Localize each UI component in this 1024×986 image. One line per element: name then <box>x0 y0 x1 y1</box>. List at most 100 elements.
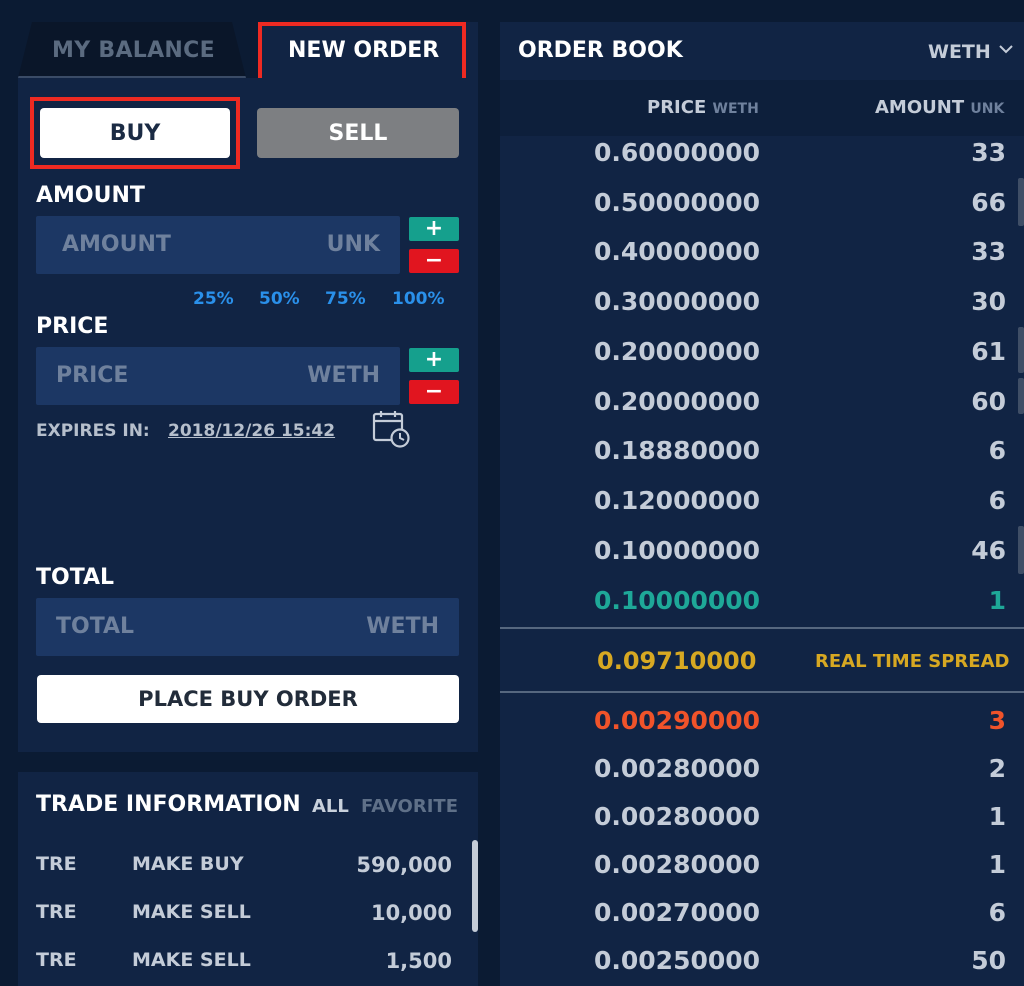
ask-price: 0.12000000 <box>594 486 761 515</box>
ask-amount: 66 <box>971 188 1006 217</box>
spread-divider-top <box>500 627 1024 629</box>
amount-input[interactable]: AMOUNT UNK <box>36 216 400 274</box>
buy-button[interactable]: BUY <box>40 108 230 158</box>
order-book-scroll-marker <box>1018 378 1024 414</box>
trade-type: MAKE BUY <box>132 853 244 875</box>
order-book-token-select[interactable]: WETH <box>928 41 991 63</box>
percent-100-button[interactable]: 100% <box>392 289 445 309</box>
bid-row[interactable]: 0.00280000 1 <box>500 850 1024 890</box>
amount-decrease-button[interactable]: − <box>409 249 459 273</box>
trade-scrollbar[interactable] <box>472 840 478 932</box>
ask-price: 0.40000000 <box>594 237 761 266</box>
order-book-title: ORDER BOOK <box>518 38 683 63</box>
bid-amount: 1 <box>988 850 1006 879</box>
place-buy-order-button[interactable]: PLACE BUY ORDER <box>37 675 459 723</box>
spread-price: 0.09710000 <box>597 647 757 675</box>
calendar-clock-icon[interactable] <box>372 410 412 448</box>
bid-amount: 1 <box>988 802 1006 831</box>
ask-amount: 1 <box>988 586 1006 615</box>
price-input[interactable]: PRICE WETH <box>36 347 400 405</box>
ask-row[interactable]: 0.20000000 60 <box>500 387 1024 427</box>
ask-row[interactable]: 0.30000000 30 <box>500 287 1024 327</box>
ask-price: 0.20000000 <box>594 337 761 366</box>
ask-price: 0.18880000 <box>594 436 761 465</box>
trade-amount: 590,000 <box>356 853 452 877</box>
filter-all-tab[interactable]: ALL <box>312 796 349 817</box>
ask-row[interactable]: 0.60000000 33 <box>500 138 1024 178</box>
ask-price: 0.50000000 <box>594 188 761 217</box>
chevron-down-icon[interactable] <box>997 40 1015 58</box>
ask-amount: 6 <box>988 486 1006 515</box>
price-header-unit: WETH <box>712 101 759 117</box>
amount-column-header: AMOUNT UNK <box>875 97 1004 118</box>
amount-label: AMOUNT <box>36 183 145 208</box>
sell-button[interactable]: SELL <box>257 108 459 158</box>
total-input[interactable]: TOTAL WETH <box>36 598 459 656</box>
ask-price: 0.10000000 <box>594 586 761 615</box>
price-decrease-button[interactable]: − <box>409 380 459 404</box>
ask-price: 0.20000000 <box>594 387 761 416</box>
trade-amount: 10,000 <box>370 901 452 925</box>
bid-price: 0.00250000 <box>594 946 761 975</box>
price-increase-button[interactable]: + <box>409 348 459 372</box>
amount-increase-button[interactable]: + <box>409 217 459 241</box>
best-bid-row[interactable]: 0.00290000 3 <box>500 706 1024 746</box>
bid-price: 0.00270000 <box>594 898 761 927</box>
order-tabs: MY BALANCE NEW ORDER <box>18 22 478 80</box>
bid-price: 0.00280000 <box>594 754 761 783</box>
percent-75-button[interactable]: 75% <box>325 289 366 309</box>
bid-row[interactable]: 0.00270000 6 <box>500 898 1024 938</box>
order-book-scroll-marker <box>1018 178 1024 226</box>
bid-price: 0.00290000 <box>594 706 761 735</box>
amount-header-text: AMOUNT <box>875 97 965 118</box>
trade-type: MAKE SELL <box>132 901 251 923</box>
total-unit: WETH <box>366 614 439 639</box>
tab-my-balance[interactable]: MY BALANCE <box>18 22 246 78</box>
bid-amount: 3 <box>988 706 1006 735</box>
amount-placeholder: AMOUNT <box>62 232 171 257</box>
ask-row[interactable]: 0.50000000 66 <box>500 188 1024 228</box>
amount-unit: UNK <box>326 232 380 257</box>
bid-row[interactable]: 0.00280000 2 <box>500 754 1024 794</box>
filter-favorite-tab[interactable]: FAVORITE <box>361 796 458 817</box>
trade-token: TRE <box>36 853 77 875</box>
ask-amount: 61 <box>971 337 1006 366</box>
bid-row[interactable]: 0.00280000 1 <box>500 802 1024 842</box>
bid-price: 0.00280000 <box>594 802 761 831</box>
ask-row[interactable]: 0.18880000 6 <box>500 436 1024 476</box>
ask-amount: 60 <box>971 387 1006 416</box>
trade-row[interactable]: TRE MAKE BUY 590,000 <box>36 853 454 883</box>
ask-row[interactable]: 0.40000000 33 <box>500 237 1024 277</box>
bid-amount: 2 <box>988 754 1006 783</box>
percent-25-button[interactable]: 25% <box>193 289 234 309</box>
bid-amount: 6 <box>988 898 1006 927</box>
exchange-screen: MY BALANCE NEW ORDER BUY SELL AMOUNT AMO… <box>0 0 1024 986</box>
ask-price: 0.30000000 <box>594 287 761 316</box>
total-placeholder: TOTAL <box>56 614 135 639</box>
ask-row[interactable]: 0.10000000 46 <box>500 536 1024 576</box>
tab-new-order[interactable]: NEW ORDER <box>262 22 478 80</box>
price-unit: WETH <box>307 363 380 388</box>
ask-amount: 33 <box>971 138 1006 167</box>
trade-information-title: TRADE INFORMATION <box>36 792 301 817</box>
bid-row[interactable]: 0.00250000 50 <box>500 946 1024 986</box>
ask-amount: 30 <box>971 287 1006 316</box>
ask-row[interactable]: 0.12000000 6 <box>500 486 1024 526</box>
best-ask-row[interactable]: 0.10000000 1 <box>500 586 1024 626</box>
percent-50-button[interactable]: 50% <box>259 289 300 309</box>
trade-row[interactable]: TRE MAKE SELL 1,500 <box>36 949 454 979</box>
trade-row[interactable]: TRE MAKE SELL 10,000 <box>36 901 454 931</box>
bid-amount: 50 <box>971 946 1006 975</box>
ask-price: 0.60000000 <box>594 138 761 167</box>
trade-amount: 1,500 <box>385 949 452 973</box>
ask-amount: 46 <box>971 536 1006 565</box>
tab-new-order-label: NEW ORDER <box>288 38 440 63</box>
ask-amount: 33 <box>971 237 1006 266</box>
expires-date-link[interactable]: 2018/12/26 15:42 <box>168 421 335 441</box>
ask-price: 0.10000000 <box>594 536 761 565</box>
amount-header-unit: UNK <box>970 101 1005 117</box>
price-placeholder: PRICE <box>56 363 129 388</box>
ask-amount: 6 <box>988 436 1006 465</box>
ask-row[interactable]: 0.20000000 61 <box>500 337 1024 377</box>
order-book-scroll-marker <box>1018 327 1024 373</box>
